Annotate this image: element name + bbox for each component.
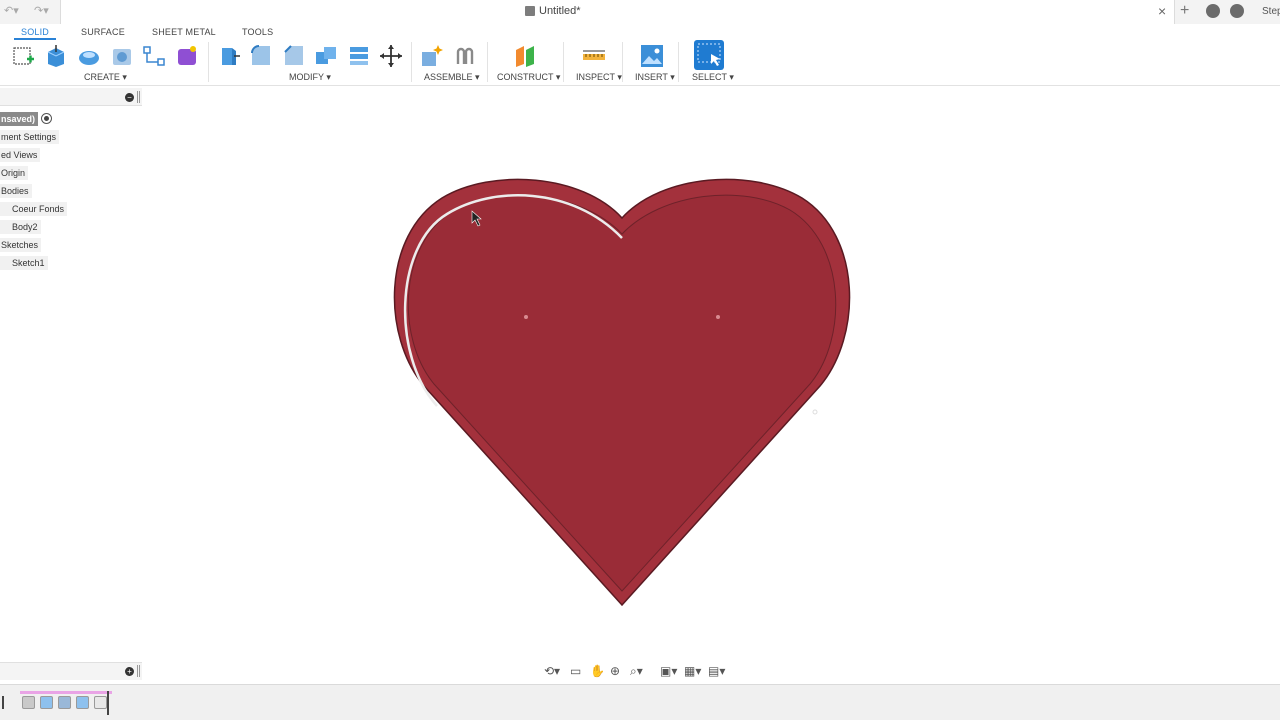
tree-item-bodies[interactable]: Bodies xyxy=(0,184,32,198)
tree-item-origin[interactable]: Origin xyxy=(0,166,29,180)
timeline-position-marker[interactable] xyxy=(107,691,109,715)
inspect-menu[interactable]: INSPECT ▾ xyxy=(576,72,622,83)
shell-icon[interactable] xyxy=(314,44,338,68)
new-tab-button[interactable]: + xyxy=(1180,2,1189,20)
insert-image-icon[interactable] xyxy=(640,44,664,68)
combine-icon[interactable] xyxy=(347,44,371,68)
timeline-move-icon[interactable] xyxy=(94,696,107,709)
close-tab-button[interactable]: × xyxy=(1158,3,1166,19)
pan-icon[interactable]: ✋ xyxy=(590,663,605,679)
tree-item-named-views[interactable]: ed Views xyxy=(0,148,41,162)
insert-label: INSERT xyxy=(635,72,668,82)
tree-item-body2[interactable]: Body2 xyxy=(0,220,41,234)
tree-item-document-settings[interactable]: ment Settings xyxy=(0,130,60,144)
browser-collapse-icon[interactable]: − xyxy=(125,93,134,102)
heart-inner-pocket[interactable] xyxy=(407,194,837,592)
modify-menu[interactable]: MODIFY ▾ xyxy=(289,72,331,83)
construct-label: CONSTRUCT xyxy=(497,72,554,82)
create-menu[interactable]: CREATE ▾ xyxy=(84,72,127,83)
create-sketch-icon[interactable] xyxy=(12,44,36,68)
document-tab[interactable] xyxy=(60,0,1175,24)
hole-icon[interactable] xyxy=(110,44,134,68)
toolbar-separator xyxy=(487,42,488,82)
timeline-extrude-icon[interactable] xyxy=(40,696,53,709)
timeline-sketch-icon[interactable] xyxy=(22,696,35,709)
sketch-point[interactable] xyxy=(716,315,720,319)
browser-root-item[interactable]: nsaved) xyxy=(0,112,39,126)
active-component-radio-icon[interactable] xyxy=(41,113,52,124)
inspect-label: INSPECT xyxy=(576,72,615,82)
fit-icon[interactable]: ⌕▾ xyxy=(630,663,643,679)
browser-header xyxy=(0,88,142,106)
tab-surface[interactable]: SURFACE xyxy=(81,27,125,37)
comments-add-icon[interactable]: + xyxy=(125,667,134,676)
sketch-point[interactable] xyxy=(812,409,818,415)
tree-item-sketches[interactable]: Sketches xyxy=(0,238,42,252)
display-settings-icon[interactable]: ▣▾ xyxy=(660,663,677,679)
revolve-icon[interactable] xyxy=(77,44,101,68)
press-pull-icon[interactable] xyxy=(216,44,240,68)
comments-panel-header xyxy=(0,662,142,680)
tab-sheet-metal[interactable]: SHEET METAL xyxy=(152,27,216,37)
select-menu[interactable]: SELECT ▾ xyxy=(692,72,734,83)
notifications-icon[interactable] xyxy=(1230,4,1244,18)
fillet-icon[interactable] xyxy=(249,44,273,68)
select-label: SELECT xyxy=(692,72,727,82)
move-icon[interactable] xyxy=(379,44,403,68)
tab-tools[interactable]: TOOLS xyxy=(242,27,273,37)
undo-icon[interactable]: ↶▾ xyxy=(4,4,19,17)
toolbar-separator xyxy=(622,42,623,82)
new-component-icon[interactable] xyxy=(420,44,444,68)
timeline-highlight xyxy=(20,691,112,694)
orbit-icon[interactable]: ⟲▾ xyxy=(544,663,560,679)
select-icon[interactable] xyxy=(694,40,724,70)
tree-item-coeur-fonds[interactable]: Coeur Fonds xyxy=(0,202,68,216)
measure-icon[interactable] xyxy=(582,44,606,68)
extrude-icon[interactable] xyxy=(44,44,68,68)
timeline-start-marker[interactable] xyxy=(2,696,4,709)
sketch-point[interactable] xyxy=(524,315,528,319)
offset-plane-icon[interactable] xyxy=(513,44,537,68)
insert-menu[interactable]: INSERT ▾ xyxy=(635,72,675,83)
assemble-label: ASSEMBLE xyxy=(424,72,473,82)
toolbar-separator xyxy=(678,42,679,82)
timeline-shell-icon[interactable] xyxy=(58,696,71,709)
comments-grip-icon[interactable] xyxy=(137,665,140,677)
design-viewport[interactable] xyxy=(142,86,1280,662)
active-tab-indicator xyxy=(14,38,56,40)
fusion-app-window: ↶▾ ↷▾ Untitled* × + Step SOLID SURFACE S… xyxy=(0,0,1280,720)
main-toolbar: SOLID SURFACE SHEET METAL TOOLS CREATE ▾ xyxy=(0,24,1280,86)
job-status-icon[interactable] xyxy=(1206,4,1220,18)
user-name[interactable]: Step xyxy=(1262,6,1280,17)
pattern-icon[interactable] xyxy=(142,44,166,68)
zoom-icon[interactable]: ⊕ xyxy=(610,663,620,679)
title-bar: ↶▾ ↷▾ Untitled* × + Step xyxy=(0,0,1280,24)
toolbar-separator xyxy=(411,42,412,82)
browser-grip-icon[interactable] xyxy=(137,91,140,103)
document-title: Untitled* xyxy=(539,5,581,17)
toolbar-separator xyxy=(208,42,209,82)
document-title-group: Untitled* xyxy=(525,5,581,17)
tree-item-sketch1[interactable]: Sketch1 xyxy=(0,256,48,270)
create-label: CREATE xyxy=(84,72,120,82)
redo-icon[interactable]: ↷▾ xyxy=(34,4,49,17)
viewports-icon[interactable]: ▤▾ xyxy=(708,663,725,679)
look-at-icon[interactable]: ▭ xyxy=(570,663,581,679)
construct-menu[interactable]: CONSTRUCT ▾ xyxy=(497,72,560,83)
timeline-extrude-icon[interactable] xyxy=(76,696,89,709)
grid-icon[interactable]: ▦▾ xyxy=(684,663,701,679)
timeline xyxy=(0,684,1280,720)
tab-solid[interactable]: SOLID xyxy=(21,27,49,37)
chamfer-icon[interactable] xyxy=(282,44,306,68)
create-form-icon[interactable] xyxy=(175,44,199,68)
toolbar-separator xyxy=(563,42,564,82)
assemble-menu[interactable]: ASSEMBLE ▾ xyxy=(424,72,480,83)
document-cube-icon xyxy=(525,6,535,16)
navigation-toolbar: ⟲▾ ▭ ✋ ⊕ ⌕▾ ▣▾ ▦▾ ▤▾ xyxy=(540,662,736,680)
modify-label: MODIFY xyxy=(289,72,324,82)
joint-icon[interactable] xyxy=(453,44,477,68)
